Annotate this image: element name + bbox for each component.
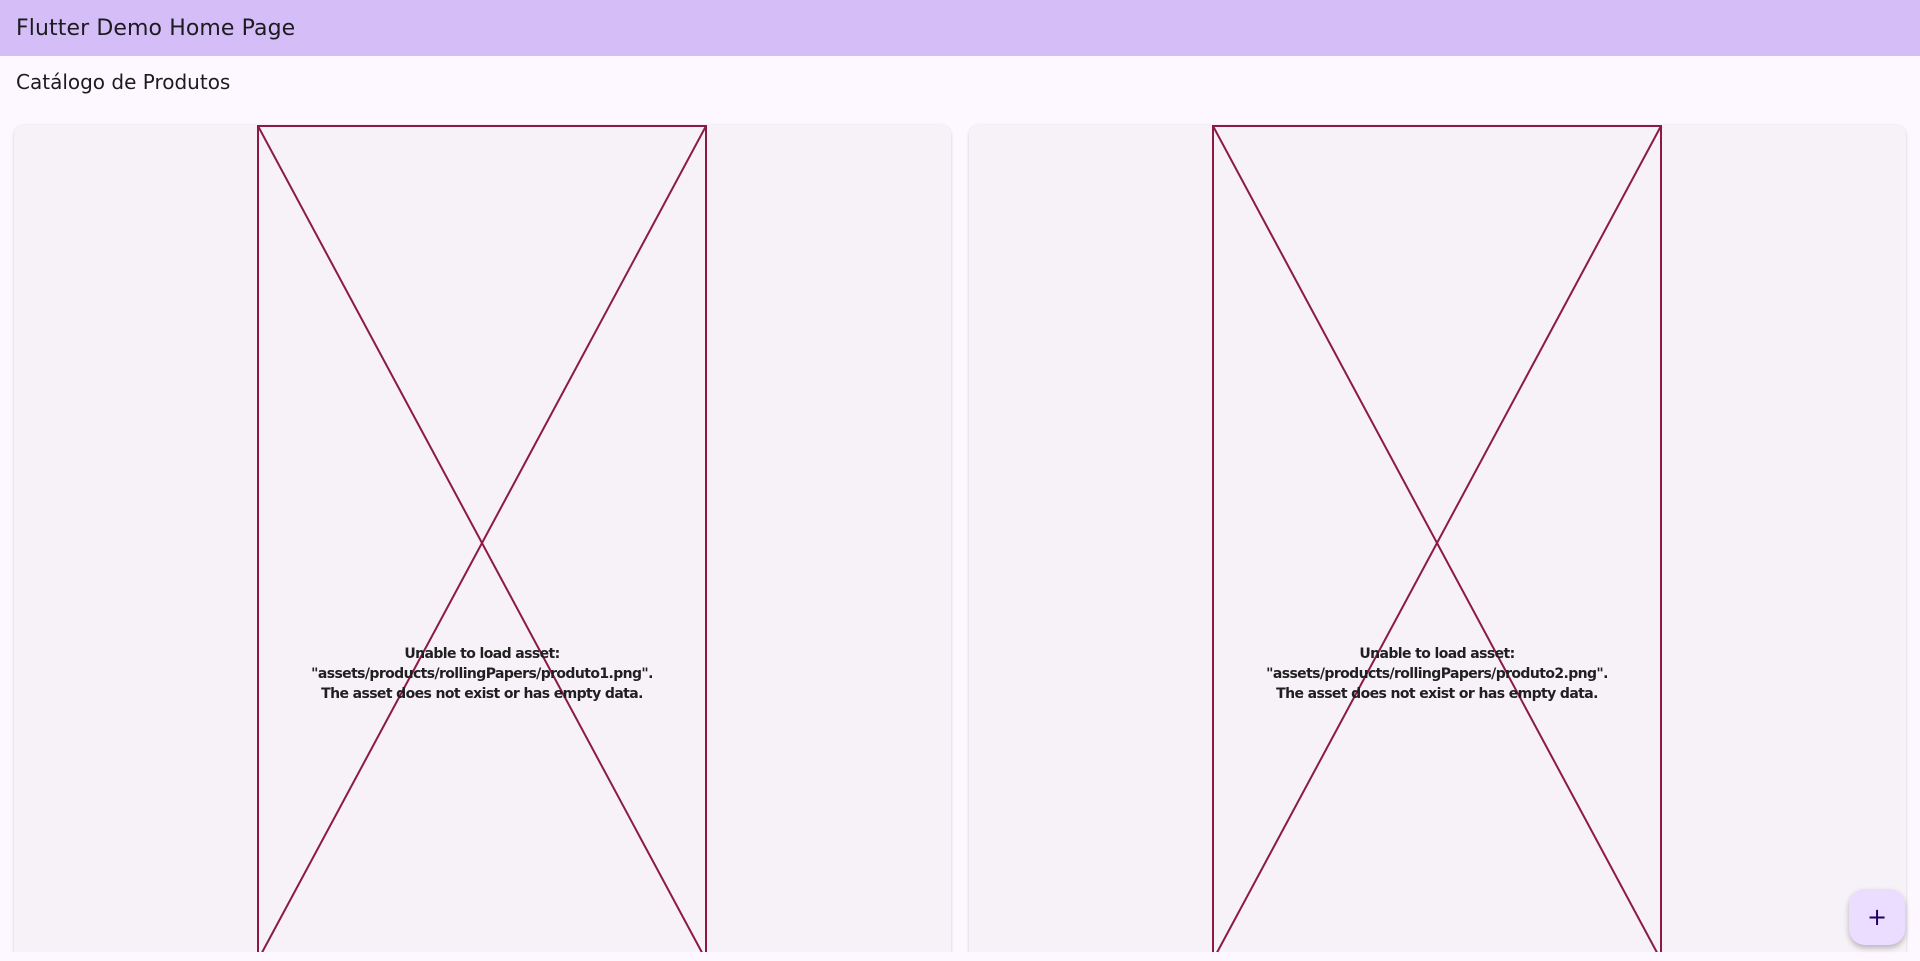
product-image-error: Unable to load asset: "assets/products/r… [257,125,707,961]
image-error-message: Unable to load asset: "assets/products/r… [257,644,707,704]
bottom-edge [0,952,1920,961]
product-card[interactable]: Unable to load asset: "assets/products/r… [14,125,951,961]
broken-image-icon [257,125,707,961]
image-error-message: Unable to load asset: "assets/products/r… [1212,644,1662,704]
app-bar-title: Flutter Demo Home Page [16,15,296,41]
product-card[interactable]: Unable to load asset: "assets/products/r… [969,125,1906,961]
catalog-title: Catálogo de Produtos [16,70,231,94]
image-error-line: Unable to load asset: "assets/products/r… [311,646,653,682]
plus-icon: + [1866,903,1888,931]
image-error-line: The asset does not exist or has empty da… [321,686,643,702]
broken-image-icon [1212,125,1662,961]
product-image-error: Unable to load asset: "assets/products/r… [1212,125,1662,961]
image-error-line: The asset does not exist or has empty da… [1276,686,1598,702]
image-error-line: Unable to load asset: "assets/products/r… [1266,646,1608,682]
add-product-button[interactable]: + [1849,889,1905,945]
app-bar: Flutter Demo Home Page [0,0,1920,56]
